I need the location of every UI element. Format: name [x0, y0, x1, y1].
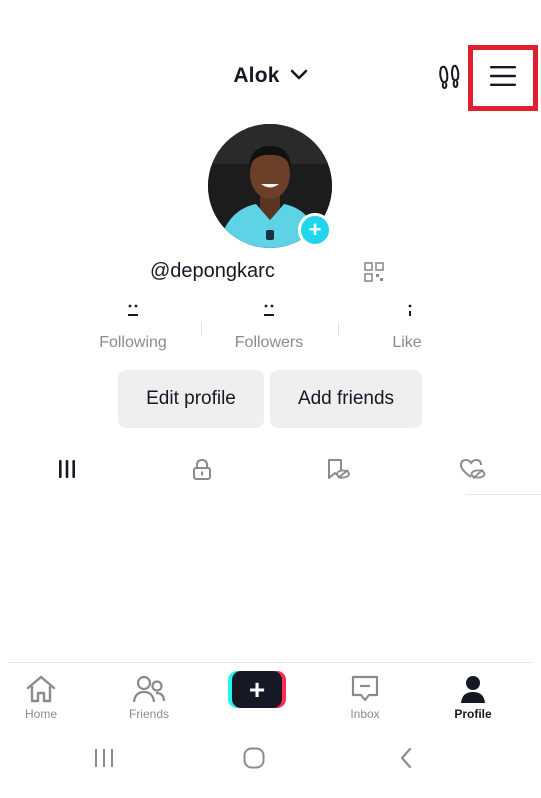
home-icon: [1, 670, 81, 704]
stat-divider: [201, 322, 202, 336]
nav-profile[interactable]: Profile: [433, 670, 513, 721]
profile-icon: [433, 670, 513, 704]
likes-count: [342, 300, 472, 324]
nav-inbox[interactable]: Inbox: [325, 670, 405, 721]
add-photo-button[interactable]: +: [298, 213, 332, 247]
tab-favorites[interactable]: [323, 456, 353, 486]
stat-divider: [338, 322, 339, 336]
recent-apps-icon: [92, 748, 116, 773]
followers-label: Followers: [234, 334, 304, 351]
username: @depongkarc: [150, 260, 275, 282]
nav-home[interactable]: Home: [1, 670, 81, 721]
followers-stat[interactable]: Followers: [204, 300, 334, 352]
recent-apps-button[interactable]: [84, 744, 124, 776]
grid-icon: [56, 458, 78, 485]
edit-profile-button[interactable]: Edit profile: [118, 370, 264, 428]
nav-inbox-label: Inbox: [350, 707, 380, 721]
home-system-button[interactable]: [234, 744, 274, 776]
plus-icon: +: [308, 217, 322, 242]
hamburger-menu-button[interactable]: [468, 45, 538, 111]
tab-divider: [466, 494, 541, 495]
nav-friends[interactable]: Friends: [109, 670, 189, 721]
back-system-button[interactable]: [386, 744, 426, 776]
followers-count: [204, 300, 334, 324]
chevron-down-icon[interactable]: [290, 63, 308, 87]
nav-profile-label: Profile: [454, 707, 492, 721]
lock-icon: [190, 457, 214, 486]
inbox-icon: [325, 670, 405, 704]
likes-stat[interactable]: Like: [342, 300, 472, 352]
friends-icon: [109, 670, 189, 704]
plus-icon: +: [232, 671, 282, 708]
home-circle-icon: [242, 746, 266, 775]
create-button[interactable]: +: [228, 671, 286, 708]
liked-hidden-icon: [459, 457, 487, 486]
tab-liked[interactable]: [458, 456, 488, 486]
following-stat[interactable]: Following: [68, 300, 198, 352]
tab-videos[interactable]: [52, 456, 82, 486]
tab-private[interactable]: [187, 456, 217, 486]
qr-code-icon[interactable]: [364, 262, 384, 282]
likes-label: Like: [392, 334, 422, 351]
following-label: Following: [99, 334, 167, 351]
nav-friends-label: Friends: [128, 707, 169, 721]
hamburger-menu-icon: [489, 65, 517, 92]
add-friends-button[interactable]: Add friends: [270, 370, 422, 428]
following-count: [68, 300, 198, 324]
nav-home-label: Home: [24, 707, 57, 721]
bottom-nav-divider: [8, 662, 533, 663]
account-name[interactable]: Alok: [233, 64, 279, 88]
bookmark-hidden-icon: [325, 457, 351, 486]
back-chevron-icon: [398, 746, 414, 775]
footsteps-icon[interactable]: [436, 63, 464, 91]
